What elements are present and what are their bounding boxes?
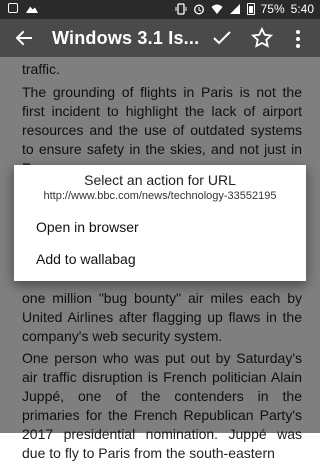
app-bar: Windows 3.1 Is... bbox=[0, 19, 320, 57]
option-label: Open in browser bbox=[36, 219, 139, 235]
signal-icon bbox=[229, 4, 240, 14]
back-arrow-icon[interactable] bbox=[12, 26, 36, 50]
wifi-icon bbox=[211, 4, 223, 14]
page-title: Windows 3.1 Is... bbox=[52, 28, 200, 48]
open-in-browser-option[interactable]: Open in browser bbox=[14, 211, 306, 243]
notification-icon bbox=[8, 3, 18, 13]
vibrate-icon bbox=[175, 3, 187, 15]
status-left-icons bbox=[8, 3, 38, 13]
battery-percent: 75% bbox=[260, 2, 285, 16]
image-notification-icon bbox=[26, 6, 38, 13]
mark-read-check-icon[interactable] bbox=[210, 26, 234, 50]
option-label: Add to wallabag bbox=[36, 251, 136, 267]
dialog-title: Select an action for URL bbox=[84, 172, 236, 188]
status-bar: 75% 5:40 bbox=[0, 0, 320, 19]
favorite-star-icon[interactable] bbox=[250, 26, 274, 50]
clock: 5:40 bbox=[290, 2, 314, 16]
overflow-menu-icon[interactable] bbox=[293, 27, 303, 51]
status-right-icons: 75% 5:40 bbox=[175, 2, 314, 16]
dialog-url: http://www.bbc.com/news/technology-33552… bbox=[43, 190, 277, 202]
add-to-wallabag-option[interactable]: Add to wallabag bbox=[14, 243, 306, 275]
url-action-dialog: Select an action for URL http://www.bbc.… bbox=[14, 165, 306, 281]
battery-icon bbox=[246, 3, 255, 15]
alarm-icon bbox=[193, 4, 204, 15]
